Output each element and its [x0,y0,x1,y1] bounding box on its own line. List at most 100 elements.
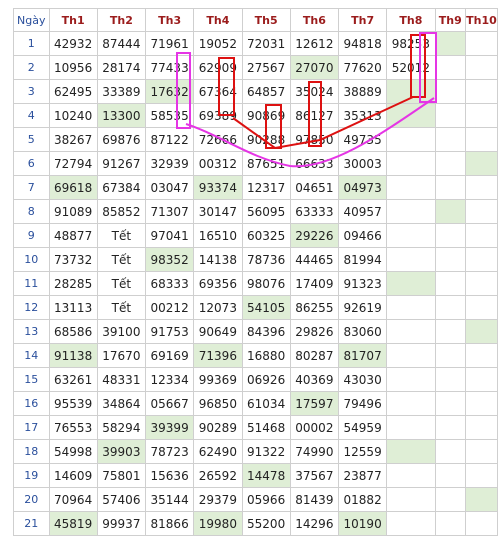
result-cell [434,175,466,200]
result-cell: 63333 [289,199,340,224]
result-cell: 69389 [193,103,243,128]
result-cell [386,415,436,440]
result-cell [386,439,436,464]
result-cell: 62495 [48,79,98,104]
result-cell [386,295,436,320]
result-cell: 00002 [289,415,340,440]
result-cell: 00212 [144,295,195,320]
result-cell: 38267 [48,127,98,152]
header-th5: Th5 [241,8,291,32]
result-cell [464,247,498,272]
result-cell: 13113 [48,295,98,320]
header-th8: Th8 [386,8,436,32]
result-cell [386,319,436,344]
result-cell [434,127,466,152]
table-row: 11 28285 Tết 68333 69356 98076 17409 91323 [13,271,498,296]
result-cell [464,367,498,392]
result-cell: 44465 [289,247,340,272]
result-cell: 74990 [289,439,340,464]
result-cell: 06926 [241,367,291,392]
result-cell: 99369 [193,367,243,392]
result-cell [434,247,466,272]
result-cell [464,391,498,416]
result-cell: 54105 [241,295,291,320]
result-cell: 69169 [144,343,195,368]
result-cell: 29826 [289,319,340,344]
result-cell: 23877 [337,463,388,488]
result-cell [434,103,466,128]
result-cell [464,151,498,176]
result-cell: 26592 [193,463,243,488]
result-cell: 94818 [337,31,388,56]
result-cell: 87651 [241,151,291,176]
result-cell: 72794 [48,151,98,176]
table-row: 1 42932 87444 71961 19052 72031 12612 94818 9825… [13,31,498,56]
results-table: Ngày Th1 Th2 Th3 Th4 Th5 Th6 Th7 Th8 Th9… [13,8,498,536]
result-cell: 78723 [144,439,195,464]
result-cell: 54959 [337,415,388,440]
table-row: 3 62495 33389 17632 67364 64857 35024 38889 [13,79,498,104]
result-cell: 86255 [289,295,340,320]
result-cell: 03047 [144,175,195,200]
day-number: 1 [13,31,50,56]
result-cell: 17632 [144,79,195,104]
table-row: 17 76553 58294 39399 90289 51468 00002 54959 [13,415,498,440]
result-cell [386,127,436,152]
result-cell [434,415,466,440]
result-cell [434,319,466,344]
result-cell [464,415,498,440]
result-cell: 77620 [337,55,388,80]
result-cell [386,487,436,512]
result-cell: 95539 [48,391,98,416]
result-cell [386,511,436,536]
result-cell: 35024 [289,79,340,104]
result-cell: 12073 [193,295,243,320]
result-cell [434,439,466,464]
result-cell: 69356 [193,271,243,296]
result-cell [386,367,436,392]
result-cell: 12334 [144,367,195,392]
result-cell: 91267 [96,151,147,176]
result-cell: 93374 [193,175,243,200]
result-cell: 78736 [241,247,291,272]
result-cell: 76553 [48,415,98,440]
grid-body: 1 42932 87444 71961 19052 72031 12612 94818 9825… [13,31,498,536]
day-number: 19 [13,463,50,488]
result-cell: 29226 [289,223,340,248]
result-cell: 19980 [193,511,243,536]
result-cell: 12559 [337,439,388,464]
result-cell: 83060 [337,319,388,344]
result-cell: 42932 [48,31,98,56]
result-cell: 87444 [96,31,147,56]
result-cell [434,271,466,296]
day-number: 21 [13,511,50,536]
result-cell: 01882 [337,487,388,512]
result-cell [464,127,498,152]
result-cell: 84396 [241,319,291,344]
result-cell: 17409 [289,271,340,296]
result-cell [434,55,466,80]
result-cell: 54998 [48,439,98,464]
day-number: 20 [13,487,50,512]
result-cell: 04973 [337,175,388,200]
result-cell: 17670 [96,343,147,368]
result-cell: 56095 [241,199,291,224]
result-cell: 90869 [241,103,291,128]
result-cell: 64857 [241,79,291,104]
result-cell [434,79,466,104]
result-cell: 14296 [289,511,340,536]
day-number: 4 [13,103,50,128]
day-number: 12 [13,295,50,320]
result-cell [386,247,436,272]
header-th4: Th4 [193,8,243,32]
result-cell: 71307 [144,199,195,224]
result-cell: 04651 [289,175,340,200]
result-cell: 45819 [48,511,98,536]
result-cell: 15636 [144,463,195,488]
result-cell [464,487,498,512]
result-cell: 12612 [289,31,340,56]
result-cell: 38889 [337,79,388,104]
header-th9: Th9 [434,8,466,32]
day-number: 15 [13,367,50,392]
result-cell: 91322 [241,439,291,464]
